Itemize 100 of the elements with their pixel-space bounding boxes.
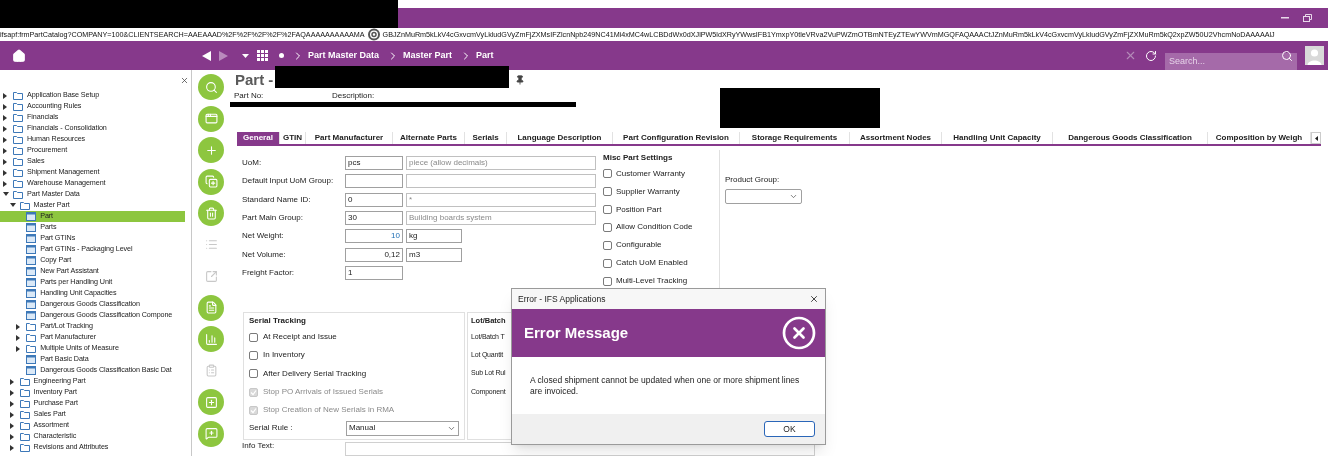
dot-icon: [279, 53, 284, 58]
folder-icon: [19, 399, 30, 408]
page-icon: [26, 278, 37, 287]
search-icon[interactable]: [1281, 49, 1293, 62]
field-label: Serial Rule :: [249, 422, 294, 435]
input-field[interactable]: 10: [345, 229, 403, 244]
clipboard-icon: [204, 364, 218, 377]
page-icon: [26, 355, 37, 364]
square-arrow-icon: [204, 269, 218, 283]
folder-icon: [26, 333, 37, 342]
forward-icon[interactable]: [219, 50, 228, 61]
checkbox[interactable]: [603, 240, 612, 250]
field-label: Freight Factor:: [242, 266, 295, 279]
chat-plus-icon: [204, 427, 218, 440]
restore-icon[interactable]: [1303, 14, 1312, 22]
field-label: Part Main Group:: [242, 212, 304, 225]
input-field[interactable]: 0,12: [345, 247, 403, 262]
checkbox[interactable]: [603, 169, 612, 179]
plus-icon: [204, 143, 218, 157]
page-title: Part -: [235, 69, 274, 90]
breadcrumb-link[interactable]: Part: [476, 48, 494, 63]
folder-icon: [19, 410, 30, 419]
bar-chart-icon: [204, 332, 218, 346]
ok-button[interactable]: OK: [764, 421, 815, 437]
checkbox-label: Position Part: [616, 203, 662, 216]
tab[interactable]: GTIN: [280, 132, 306, 144]
page-icon: [26, 256, 37, 265]
unit-field[interactable]: m3: [406, 247, 462, 262]
input-field[interactable]: 1: [345, 265, 403, 280]
page-icon: [26, 212, 37, 221]
chevron-down-icon: [447, 424, 456, 433]
dialog-title: Error - IFS Applications: [518, 292, 606, 306]
input-field[interactable]: 0: [345, 192, 403, 207]
checkbox[interactable]: [603, 276, 612, 286]
folder-icon: [26, 322, 37, 331]
checkbox-label: Stop PO Arrivals of Issued Serials: [263, 386, 384, 399]
folder-icon: [19, 421, 30, 430]
field-label: Standard Name ID:: [242, 193, 312, 206]
description-field: piece (allow decimals): [406, 156, 596, 171]
checkbox-label: Allow Condition Code: [616, 221, 693, 234]
unit-field[interactable]: kg: [406, 229, 462, 244]
error-message: A closed shipment cannot be updated when one or more shipment lines are invoiced.: [530, 375, 801, 397]
back-icon[interactable]: [202, 50, 211, 61]
checkbox[interactable]: [249, 369, 258, 379]
copy-plus-icon: [204, 175, 218, 188]
page-icon: [26, 311, 37, 320]
checkbox[interactable]: [603, 222, 612, 232]
input-field[interactable]: pcs: [345, 156, 403, 171]
refresh-icon[interactable]: [1145, 49, 1157, 62]
left-caret-icon: [1314, 135, 1318, 141]
checkbox[interactable]: [603, 205, 612, 214]
error-icon: [781, 315, 817, 351]
field-label: Part No:: [234, 90, 265, 102]
home-icon[interactable]: [12, 48, 26, 63]
field-label: Net Volume:: [242, 248, 287, 261]
page-icon: [26, 300, 37, 309]
checkbox-label: Customer Warranty: [616, 167, 686, 180]
checkbox-label: Supplier Warranty: [616, 185, 680, 198]
grid-icon[interactable]: [257, 50, 268, 61]
pin-icon[interactable]: [515, 75, 526, 85]
checkbox-label: Configurable: [616, 239, 662, 252]
dialog-heading: Error Message: [524, 322, 629, 343]
dropdown-field[interactable]: [725, 189, 802, 204]
checkbox[interactable]: [603, 258, 612, 268]
checkbox-label: Catch UoM Enabled: [616, 257, 688, 270]
checkbox-label: At Receipt and Issue: [263, 331, 337, 344]
page-icon: [26, 234, 37, 243]
search-icon: [204, 80, 218, 94]
tab-scroll-button[interactable]: [1311, 132, 1321, 144]
close-icon[interactable]: [809, 294, 819, 304]
checkbox-label: Stop Creation of New Serials in RMA: [263, 404, 395, 417]
field-label: Default Input UoM Group:: [242, 175, 335, 188]
field-label: Info Text:: [242, 442, 276, 450]
list-icon: [204, 238, 218, 251]
group-title: Serial Tracking: [249, 315, 307, 327]
page-icon: [26, 245, 37, 254]
checkbox-label: Multi-Level Tracking: [616, 275, 688, 288]
page-icon: [26, 366, 37, 375]
chevron-down-icon: [789, 192, 798, 201]
field-label: Description:: [332, 90, 375, 102]
folder-icon: [19, 388, 30, 397]
search-field[interactable]: Search...: [1165, 52, 1297, 70]
breadcrumb-link[interactable]: Part Master Data: [308, 48, 380, 63]
page-icon: [26, 267, 37, 276]
document-icon: [204, 301, 218, 314]
checkbox[interactable]: [249, 332, 258, 342]
field-label: Net Weight:: [242, 230, 285, 243]
close-icon[interactable]: [180, 75, 189, 85]
group-title: Misc Part Settings: [603, 152, 674, 164]
checkbox[interactable]: [603, 187, 612, 197]
checkbox-label: In Inventory: [263, 349, 305, 362]
dropdown-field[interactable]: Manual: [346, 421, 459, 436]
dropdown-caret-icon[interactable]: [242, 53, 249, 58]
checkbox[interactable]: [249, 350, 258, 360]
breadcrumb-link[interactable]: Master Part: [403, 48, 453, 63]
input-field[interactable]: 30: [345, 211, 403, 226]
input-field[interactable]: [345, 174, 403, 189]
tab[interactable]: General: [237, 132, 280, 144]
page-icon: [26, 223, 37, 232]
square-plus-icon: [204, 395, 218, 409]
